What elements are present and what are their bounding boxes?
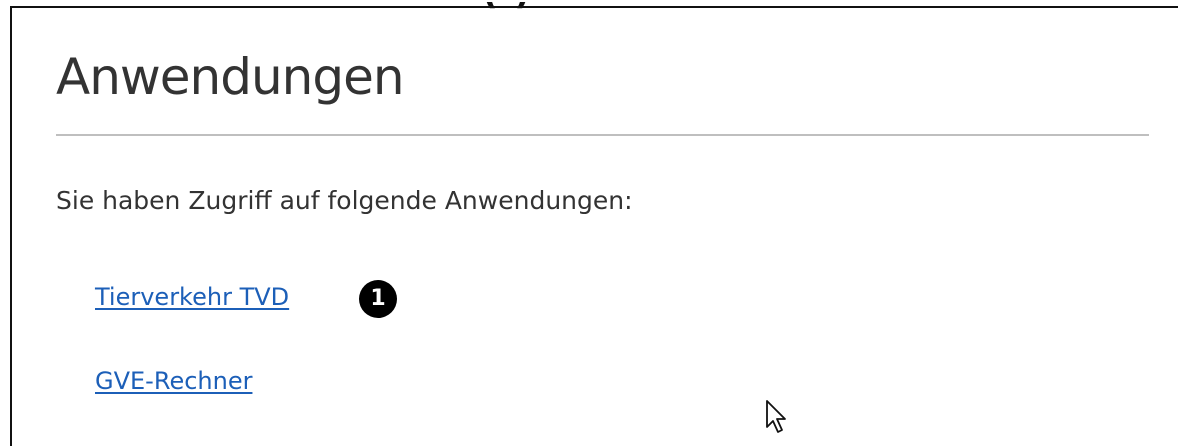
callout-marker: 1 (359, 280, 397, 318)
access-intro-text: Sie haben Zugriff auf folgende Anwendung… (56, 186, 633, 215)
title-divider (56, 134, 1149, 136)
app-link-tierverkehr-tvd[interactable]: Tierverkehr TVD (95, 283, 289, 312)
app-link-gve-rechner[interactable]: GVE-Rechner (95, 367, 252, 396)
page-title: Anwendungen (56, 48, 405, 106)
mouse-pointer-icon (766, 400, 786, 433)
figure-label-fragment: (·) (482, 2, 552, 12)
